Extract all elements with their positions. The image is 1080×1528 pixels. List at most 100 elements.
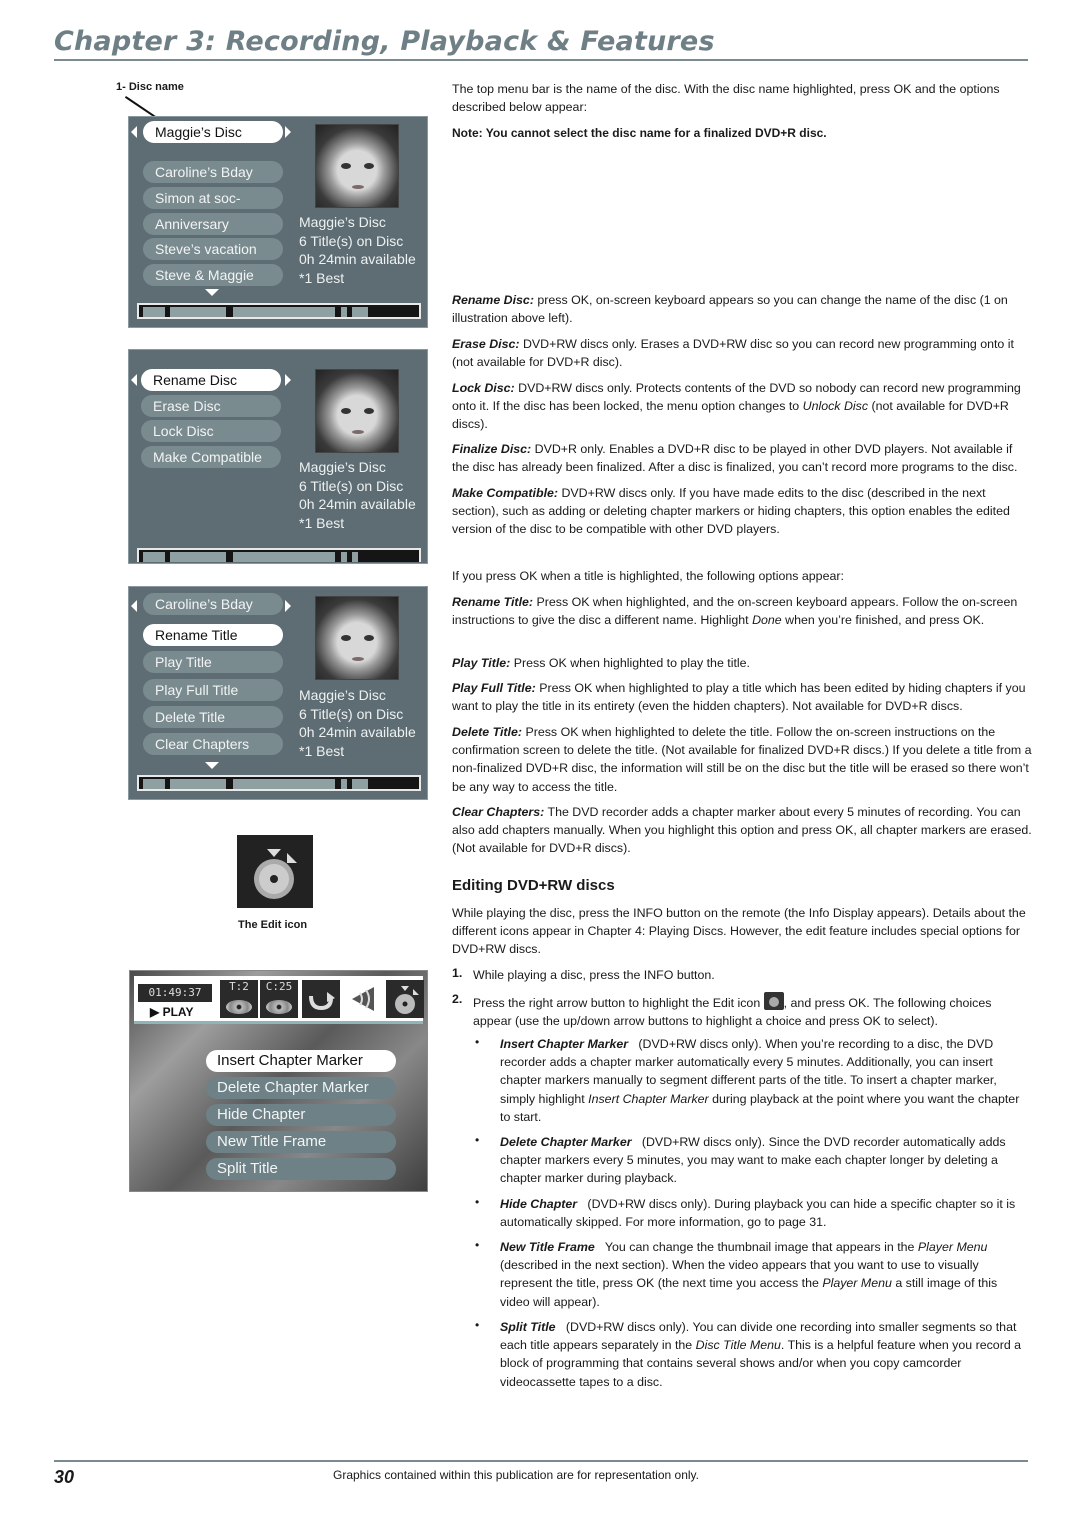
scroll-down-icon[interactable] (205, 762, 219, 769)
note-paragraph: Note: You cannot select the disc name fo… (452, 126, 827, 140)
repeat-icon[interactable] (302, 980, 340, 1018)
page-number: 30 (54, 1467, 75, 1487)
scroll-down-icon[interactable] (205, 289, 219, 296)
bullet-icon: • (475, 1133, 480, 1147)
emphasis: Player Menu (917, 1240, 988, 1254)
desc: You can change the thumbnail image that … (594, 1240, 918, 1254)
emphasis: Unlock Disc (802, 399, 869, 414)
menu-item-rename-title[interactable]: Rename Title (143, 624, 283, 646)
arrow-left-icon[interactable] (131, 374, 137, 386)
bullet-delete-chapter-marker: Delete Chapter Marker (DVD+RW discs only… (500, 1133, 1030, 1188)
disc-info-available: 0h 24min available (299, 724, 416, 740)
menu-item-play-full-title[interactable]: Play Full Title (143, 679, 283, 701)
disc-info-name: Maggie’s Disc (299, 459, 386, 475)
disc-info-titles: 6 Title(s) on Disc (299, 477, 404, 494)
disc-timeline (137, 303, 421, 319)
menu-item-lock-disc[interactable]: Lock Disc (141, 420, 281, 442)
disc-info: Maggie’s Disc 6 Title(s) on Disc 0h 24mi… (299, 686, 416, 760)
audio-icon[interactable] (346, 980, 384, 1018)
arrow-right-icon[interactable] (285, 374, 291, 386)
menu-item-rename-disc[interactable]: Rename Disc (141, 369, 281, 391)
desc: DVD+RW discs only. Erases a DVD+RW disc … (452, 337, 1014, 370)
menu-item-erase-disc[interactable]: Erase Disc (141, 395, 281, 417)
intro-paragraph: The top menu bar is the name of the disc… (452, 82, 1000, 115)
edit-item-delete-chapter-marker[interactable]: Delete Chapter Marker (206, 1077, 396, 1099)
title-item[interactable]: Steve & Maggie (143, 264, 283, 286)
title-badge: T:2 (229, 980, 249, 993)
disc-info: Maggie’s Disc 6 Title(s) on Disc 0h 24mi… (299, 458, 416, 532)
bullet-new-title-frame: New Title Frame You can change the thumb… (500, 1238, 1030, 1311)
disc-info-name: Maggie’s Disc (299, 687, 386, 703)
edit-icon[interactable] (386, 980, 424, 1018)
chapter-disc-icon[interactable]: C:25 (260, 980, 298, 1018)
bullet-icon: • (475, 1195, 480, 1209)
term: Delete Chapter Marker (500, 1135, 632, 1149)
term: Make Compatible: (452, 486, 559, 500)
term: Erase Disc: (452, 337, 520, 351)
arrow-left-icon[interactable] (131, 126, 137, 138)
desc: DVD+R only. Enables a DVD+R disc to be p… (452, 442, 1018, 475)
term: Insert Chapter Marker (500, 1037, 629, 1051)
edit-item-insert-chapter-marker[interactable]: Insert Chapter Marker (206, 1050, 396, 1072)
title-item[interactable]: Caroline’s Bday (143, 161, 283, 183)
disc-info: Maggie’s Disc 6 Title(s) on Disc 0h 24mi… (299, 213, 416, 287)
step-2: Press the right arrow button to highligh… (473, 992, 1033, 1030)
disc-thumbnail (315, 124, 399, 208)
option-erase-disc: Erase Disc: DVD+RW discs only. Erases a … (452, 335, 1032, 371)
info-bar: 01:49:37 ▶ PLAY T:2 C:25 (134, 976, 424, 1024)
step-1: While playing a disc, press the INFO but… (473, 968, 715, 982)
footer-disclaimer: Graphics contained within this publicati… (333, 1468, 699, 1482)
title-item[interactable]: Steve’s vacation (143, 238, 283, 260)
step-number: 1. (452, 966, 463, 980)
term: Rename Title: (452, 595, 534, 609)
chapter-title: Chapter 3: Recording, Playback & Feature… (54, 26, 715, 57)
menu-item-make-compatible[interactable]: Make Compatible (141, 446, 281, 468)
arrow-right-icon[interactable] (285, 126, 291, 138)
chapter-badge: C:25 (265, 980, 293, 993)
play-status: ▶ PLAY (150, 1005, 194, 1019)
option-clear-chapters: Clear Chapters: The DVD recorder adds a … (452, 803, 1032, 858)
arrow-left-icon[interactable] (131, 600, 137, 612)
emphasis: Done (752, 613, 782, 628)
menu-item-delete-title[interactable]: Delete Title (143, 706, 283, 728)
title-rule (54, 59, 1028, 61)
desc: (DVD+RW discs only). During playback you… (500, 1197, 1019, 1230)
arrow-right-icon[interactable] (285, 600, 291, 612)
edit-icon (237, 835, 313, 908)
title-options-panel: Caroline’s Bday Rename Title Play Title … (128, 586, 428, 800)
option-play-full-title: Play Full Title: Press OK when highlight… (452, 679, 1032, 715)
option-lock-disc: Lock Disc: DVD+RW discs only. Protects c… (452, 379, 1032, 434)
edit-item-split-title[interactable]: Split Title (206, 1158, 396, 1180)
title-disc-icon[interactable]: T:2 (220, 980, 258, 1018)
emphasis: Player Menu (822, 1276, 892, 1291)
menu-item-clear-chapters[interactable]: Clear Chapters (143, 733, 283, 755)
bullet-icon: • (475, 1035, 480, 1049)
title-item[interactable]: Anniversary (143, 213, 283, 235)
disc-timeline (137, 775, 421, 791)
emphasis: Insert Chapter Marker (588, 1091, 709, 1106)
disc-info-quality: *1 Best (299, 742, 345, 759)
disc-menu-panel: Maggie’s Disc Caroline’s Bday Simon at s… (128, 116, 428, 328)
disc-name-pill[interactable]: Maggie’s Disc (143, 121, 283, 143)
term: Finalize Disc: (452, 442, 532, 456)
desc: press OK, on-screen keyboard appears so … (452, 293, 1008, 326)
term: Lock Disc: (452, 381, 515, 395)
title-header-pill[interactable]: Caroline’s Bday (143, 593, 283, 615)
edit-item-hide-chapter[interactable]: Hide Chapter (206, 1104, 396, 1126)
edit-item-new-title-frame[interactable]: New Title Frame (206, 1131, 396, 1153)
title-item[interactable]: Simon at soc- (143, 187, 283, 209)
disc-info-available: 0h 24min available (299, 251, 416, 267)
disc-info-available: 0h 24min available (299, 496, 416, 512)
term: Play Full Title: (452, 681, 536, 695)
edit-icon-caption: The Edit icon (238, 919, 308, 931)
bullet-split-title: Split Title (DVD+RW discs only). You can… (500, 1318, 1030, 1391)
bullet-icon: • (475, 1238, 480, 1252)
desc: Press OK when highlighted to delete the … (452, 725, 1032, 794)
info-display-panel: 01:49:37 ▶ PLAY T:2 C:25 Insert Chapter … (129, 970, 428, 1192)
desc: Press OK when highlighted to play the ti… (510, 656, 750, 670)
term: Split Title (500, 1320, 556, 1334)
footer-rule (54, 1460, 1028, 1462)
desc: Press OK when highlighted to play a titl… (452, 681, 1026, 714)
option-delete-title: Delete Title: Press OK when highlighted … (452, 723, 1032, 796)
menu-item-play-title[interactable]: Play Title (143, 651, 283, 673)
